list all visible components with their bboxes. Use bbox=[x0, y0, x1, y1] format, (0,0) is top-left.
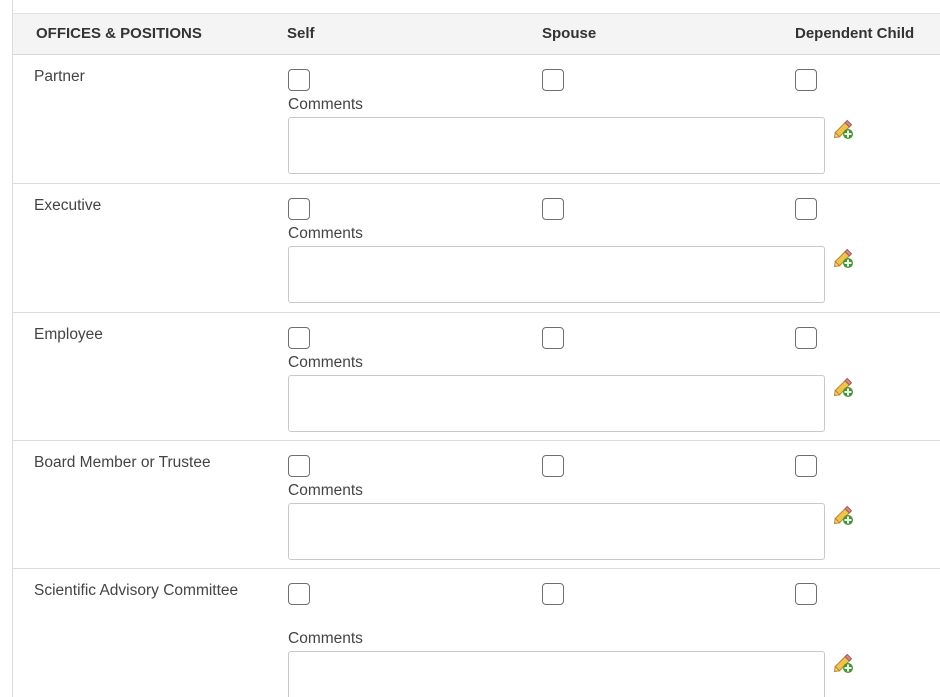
header-spouse: Spouse bbox=[542, 25, 597, 42]
table-row: Scientific Advisory Committee Comments bbox=[13, 569, 940, 697]
comments-textarea[interactable] bbox=[288, 117, 825, 174]
row-label: Employee bbox=[34, 326, 103, 343]
row-label: Executive bbox=[34, 197, 102, 214]
self-checkbox[interactable] bbox=[288, 327, 310, 349]
spouse-checkbox[interactable] bbox=[542, 583, 564, 605]
table-row: Executive Comments bbox=[13, 184, 940, 313]
spouse-checkbox[interactable] bbox=[542, 327, 564, 349]
offices-positions-form: OFFICES & POSITIONS Self Spouse Dependen… bbox=[0, 0, 940, 697]
self-checkbox[interactable] bbox=[288, 198, 310, 220]
comments-textarea[interactable] bbox=[288, 503, 825, 560]
header-dependent-child: Dependent Child bbox=[795, 25, 915, 42]
header-self: Self bbox=[287, 25, 315, 42]
self-checkbox[interactable] bbox=[288, 583, 310, 605]
dependent-child-checkbox[interactable] bbox=[795, 69, 817, 91]
comments-textarea[interactable] bbox=[288, 246, 825, 303]
comments-textarea[interactable] bbox=[288, 375, 825, 432]
comments-label: Comments bbox=[288, 225, 363, 242]
header-offices-positions: OFFICES & POSITIONS bbox=[36, 25, 202, 42]
row-label: Scientific Advisory Committee bbox=[34, 582, 239, 599]
dependent-child-checkbox[interactable] bbox=[795, 327, 817, 349]
row-label: Partner bbox=[34, 68, 85, 85]
spouse-checkbox[interactable] bbox=[542, 69, 564, 91]
dependent-child-checkbox[interactable] bbox=[795, 455, 817, 477]
table-row: Partner Comments bbox=[13, 55, 940, 184]
pencil-add-icon[interactable] bbox=[831, 375, 855, 399]
pencil-add-icon[interactable] bbox=[831, 651, 855, 675]
spouse-checkbox[interactable] bbox=[542, 198, 564, 220]
pencil-add-icon[interactable] bbox=[831, 246, 855, 270]
comments-label: Comments bbox=[288, 96, 363, 113]
self-checkbox[interactable] bbox=[288, 69, 310, 91]
comments-label: Comments bbox=[288, 482, 363, 499]
comments-label: Comments bbox=[288, 630, 363, 647]
comments-textarea[interactable] bbox=[288, 651, 825, 697]
pencil-add-icon[interactable] bbox=[831, 117, 855, 141]
table-header: OFFICES & POSITIONS Self Spouse Dependen… bbox=[13, 13, 940, 55]
dependent-child-checkbox[interactable] bbox=[795, 198, 817, 220]
dependent-child-checkbox[interactable] bbox=[795, 583, 817, 605]
self-checkbox[interactable] bbox=[288, 455, 310, 477]
row-label: Board Member or Trustee bbox=[34, 454, 211, 471]
offices-positions-table: OFFICES & POSITIONS Self Spouse Dependen… bbox=[13, 13, 940, 697]
comments-label: Comments bbox=[288, 354, 363, 371]
spouse-checkbox[interactable] bbox=[542, 455, 564, 477]
table-row: Employee Comments bbox=[13, 313, 940, 441]
pencil-add-icon[interactable] bbox=[831, 503, 855, 527]
table-row: Board Member or Trustee Comments bbox=[13, 441, 940, 569]
